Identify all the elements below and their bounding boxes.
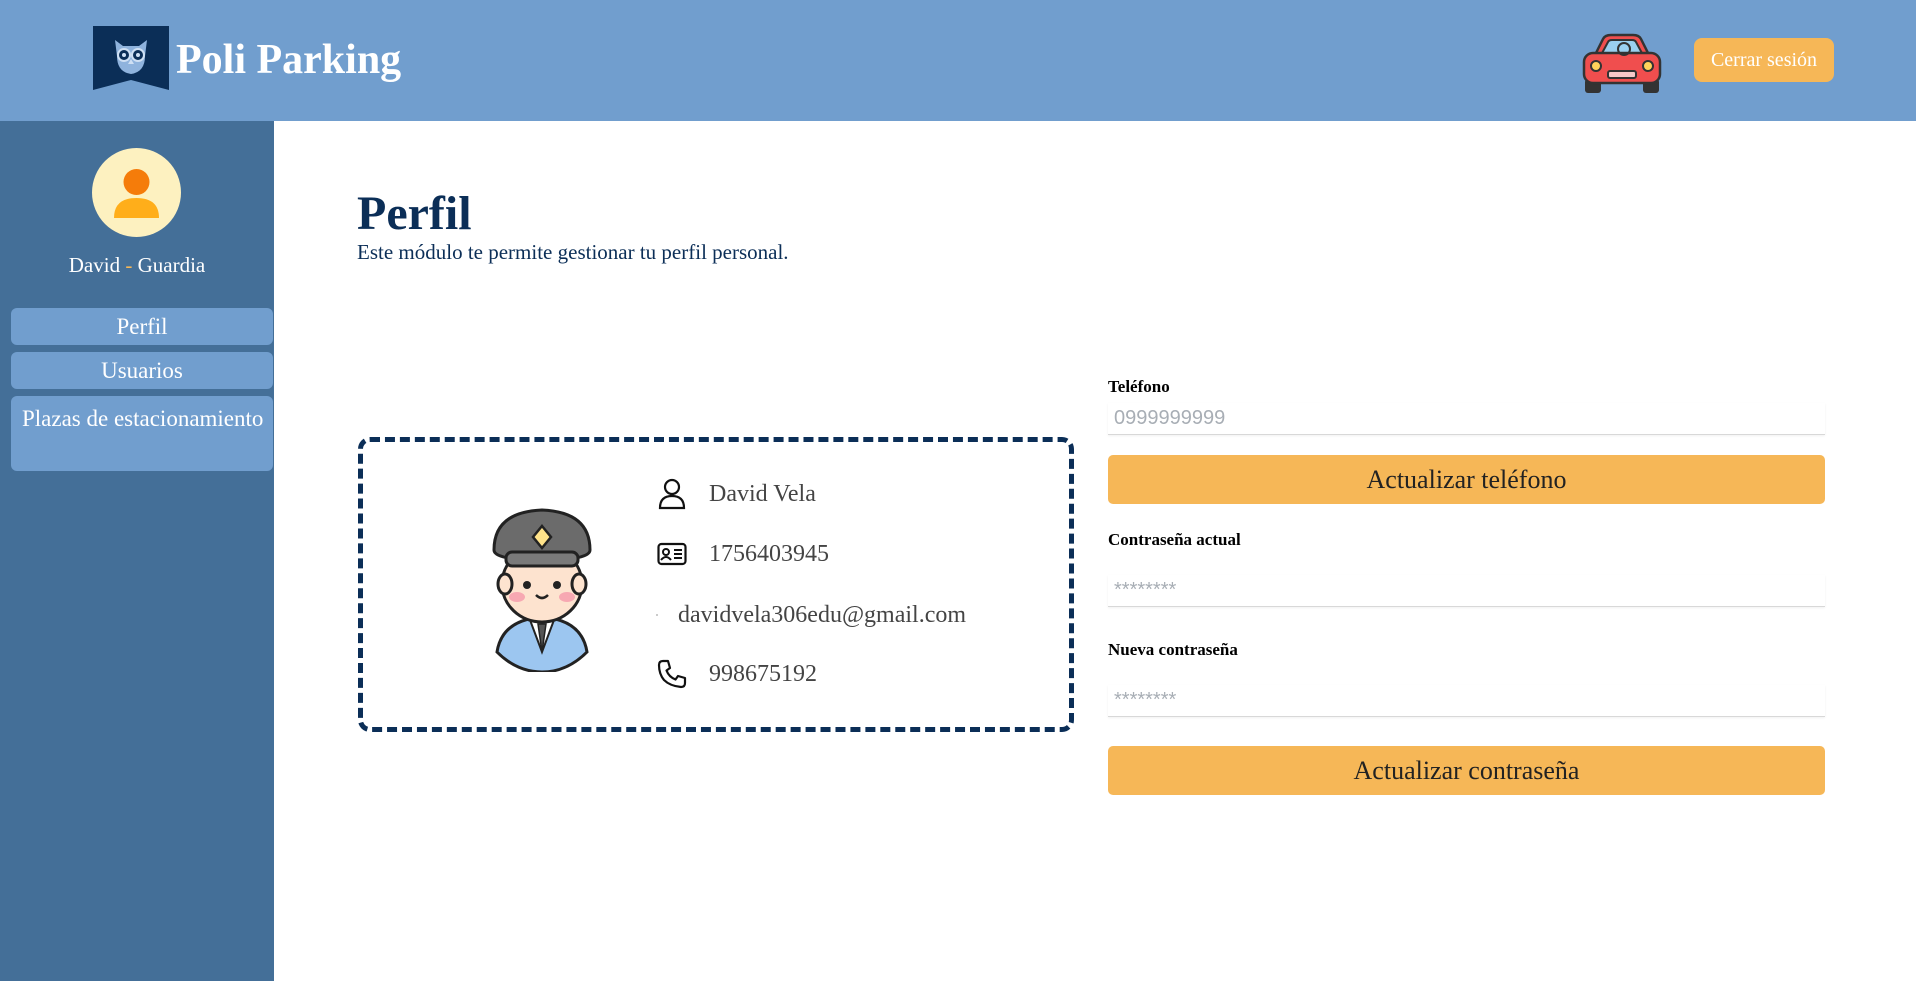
- profile-card: David Vela 1756403945 davidvela306edu@gm…: [358, 437, 1074, 732]
- sidebar-item-usuarios[interactable]: Usuarios: [11, 352, 273, 389]
- user-name: David: [68, 253, 121, 277]
- app-brand: Poli Parking: [176, 37, 402, 83]
- profile-email: davidvela306edu@gmail.com: [678, 601, 967, 628]
- profile-id-number: 1756403945: [709, 540, 829, 567]
- page-title: Perfil: [357, 187, 472, 240]
- current-password-input[interactable]: [1108, 575, 1825, 607]
- sidebar-item-plazas[interactable]: Plazas de estacionamiento: [11, 396, 273, 471]
- user-role: Guardia: [137, 253, 206, 277]
- current-password-label: Contraseña actual: [1108, 530, 1241, 549]
- profile-phone: 998675192: [709, 660, 817, 687]
- profile-id-row: 1756403945: [655, 537, 829, 571]
- owl-logo-icon: [93, 26, 169, 90]
- update-phone-button[interactable]: Actualizar teléfono: [1108, 455, 1825, 504]
- new-password-label: Nueva contraseña: [1108, 640, 1238, 659]
- profile-name: David Vela: [709, 480, 816, 507]
- phone-input[interactable]: [1108, 403, 1825, 435]
- profile-email-row: davidvela306edu@gmail.com: [655, 598, 966, 632]
- car-icon: [1581, 33, 1663, 95]
- phone-label: Teléfono: [1108, 377, 1170, 396]
- phone-icon: [655, 657, 689, 691]
- user-icon: [655, 477, 689, 511]
- user-separator: -: [120, 253, 138, 277]
- email-icon: [655, 598, 659, 632]
- sidebar-item-perfil[interactable]: Perfil: [11, 308, 273, 345]
- update-password-button[interactable]: Actualizar contraseña: [1108, 746, 1825, 795]
- page-description: Este módulo te permite gestionar tu perf…: [357, 240, 789, 264]
- sidebar: David - Guardia Perfil Usuarios Plazas d…: [0, 121, 274, 981]
- profile-name-row: David Vela: [655, 477, 816, 511]
- id-card-icon: [655, 537, 689, 571]
- user-avatar-icon: [92, 148, 181, 237]
- profile-phone-row: 998675192: [655, 657, 817, 691]
- user-identity: David - Guardia: [0, 253, 274, 278]
- guard-avatar-icon: [472, 502, 612, 674]
- top-header: Poli Parking Cerrar sesión: [0, 0, 1916, 121]
- logout-button[interactable]: Cerrar sesión: [1694, 38, 1834, 82]
- new-password-input[interactable]: [1108, 685, 1825, 717]
